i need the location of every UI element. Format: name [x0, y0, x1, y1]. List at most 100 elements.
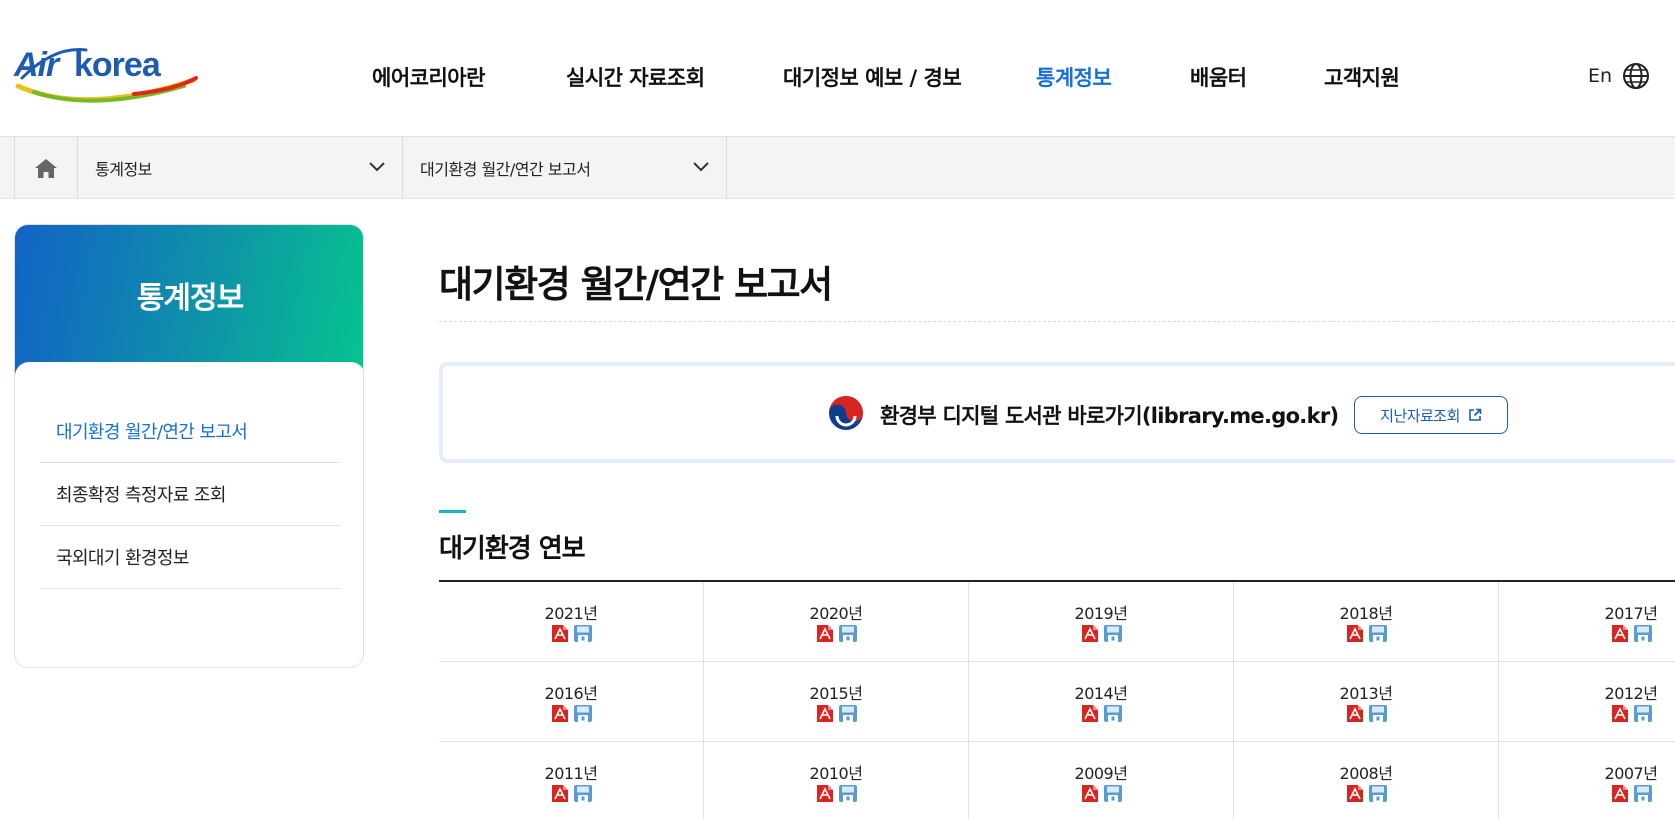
- year-label: 2018년: [1339, 604, 1393, 623]
- external-link-icon: [1469, 408, 1482, 421]
- chevron-down-icon: [693, 162, 709, 172]
- nav-item-support[interactable]: 고객지원: [1324, 62, 1400, 92]
- year-label: 2021년: [544, 604, 598, 623]
- side-nav: 통계정보 대기환경 월간/연간 보고서 최종확정 측정자료 조회 국외대기 환경…: [14, 224, 364, 668]
- pdf-icon[interactable]: [1345, 704, 1365, 723]
- pdf-icon[interactable]: [1080, 704, 1100, 723]
- library-link-text[interactable]: 환경부 디지털 도서관 바로가기(library.me.go.kr): [880, 400, 1339, 430]
- language-switch[interactable]: En: [1588, 62, 1650, 90]
- file-links: [439, 624, 703, 643]
- file-links: [969, 784, 1233, 803]
- pdf-icon[interactable]: [1080, 784, 1100, 803]
- save-icon[interactable]: [838, 704, 858, 723]
- year-cell: 2010년: [704, 742, 969, 819]
- side-item-final-data[interactable]: 최종확정 측정자료 조회: [40, 463, 340, 526]
- breadcrumb-level1-dropdown[interactable]: 통계정보: [78, 137, 403, 198]
- pdf-icon[interactable]: [1080, 624, 1100, 643]
- breadcrumb-home[interactable]: [14, 137, 78, 198]
- file-links: [1499, 624, 1675, 643]
- save-icon[interactable]: [573, 704, 593, 723]
- pdf-icon[interactable]: [1345, 624, 1365, 643]
- side-nav-header: 통계정보: [15, 225, 363, 375]
- side-item-annual-report[interactable]: 대기환경 월간/연간 보고서: [40, 400, 340, 463]
- save-icon[interactable]: [1103, 624, 1123, 643]
- save-icon[interactable]: [1368, 784, 1388, 803]
- pdf-icon[interactable]: [815, 704, 835, 723]
- save-icon[interactable]: [1633, 704, 1653, 723]
- breadcrumb-level1-label: 통계정보: [95, 159, 152, 179]
- year-cell: 2015년: [704, 662, 969, 742]
- year-label: 2020년: [809, 604, 863, 623]
- chevron-down-icon: [369, 162, 385, 172]
- year-label: 2009년: [1074, 764, 1128, 783]
- file-links: [1234, 704, 1498, 723]
- globe-icon: [1623, 63, 1650, 89]
- save-icon[interactable]: [838, 624, 858, 643]
- save-icon[interactable]: [1633, 624, 1653, 643]
- year-cell: 2017년: [1499, 582, 1675, 662]
- title-divider: [439, 321, 1675, 322]
- language-label: En: [1588, 65, 1613, 87]
- year-cell: 2013년: [1234, 662, 1499, 742]
- side-item-foreign-air[interactable]: 국외대기 환경정보: [40, 526, 340, 589]
- file-links: [969, 624, 1233, 643]
- section-title: 대기환경 연보: [439, 534, 586, 564]
- year-cell: 2014년: [969, 662, 1234, 742]
- nav-item-realtime[interactable]: 실시간 자료조회: [566, 62, 705, 92]
- file-links: [704, 624, 968, 643]
- pdf-icon[interactable]: [815, 784, 835, 803]
- breadcrumb-level2-dropdown[interactable]: 대기환경 월간/연간 보고서: [403, 137, 727, 198]
- side-nav-title: 통계정보: [136, 281, 244, 316]
- pdf-icon[interactable]: [1345, 784, 1365, 803]
- pdf-icon[interactable]: [1610, 704, 1630, 723]
- site-header: Air korea 에어코리아란 실시간 자료조회 대기정보 예보 / 경보 통…: [0, 0, 1675, 136]
- pdf-icon[interactable]: [550, 624, 570, 643]
- home-icon: [35, 158, 57, 178]
- page-title: 대기환경 월간/연간 보고서: [439, 263, 833, 306]
- year-label: 2012년: [1604, 684, 1658, 703]
- save-icon[interactable]: [1368, 704, 1388, 723]
- year-cell: 2019년: [969, 582, 1234, 662]
- file-links: [969, 704, 1233, 723]
- file-links: [1499, 784, 1675, 803]
- nav-item-learning[interactable]: 배움터: [1190, 62, 1247, 92]
- year-label: 2014년: [1074, 684, 1128, 703]
- year-label: 2016년: [544, 684, 598, 703]
- save-icon[interactable]: [573, 784, 593, 803]
- pdf-icon[interactable]: [1610, 784, 1630, 803]
- year-label: 2010년: [809, 764, 863, 783]
- save-icon[interactable]: [573, 624, 593, 643]
- file-links: [704, 704, 968, 723]
- year-label: 2017년: [1604, 604, 1658, 623]
- pdf-icon[interactable]: [550, 784, 570, 803]
- nav-item-forecast[interactable]: 대기정보 예보 / 경보: [783, 62, 962, 92]
- save-icon[interactable]: [1368, 624, 1388, 643]
- breadcrumb: 통계정보 대기환경 월간/연간 보고서: [0, 136, 1675, 199]
- save-icon[interactable]: [1633, 784, 1653, 803]
- year-label: 2008년: [1339, 764, 1393, 783]
- year-cell: 2012년: [1499, 662, 1675, 742]
- save-icon[interactable]: [838, 784, 858, 803]
- year-cell: 2016년: [439, 662, 704, 742]
- year-label: 2007년: [1604, 764, 1658, 783]
- pdf-icon[interactable]: [1610, 624, 1630, 643]
- past-data-button-label: 지난자료조회: [1380, 406, 1460, 425]
- year-label: 2019년: [1074, 604, 1128, 623]
- save-icon[interactable]: [1103, 704, 1123, 723]
- pdf-icon[interactable]: [815, 624, 835, 643]
- file-links: [439, 784, 703, 803]
- nav-item-statistics[interactable]: 통계정보: [1036, 62, 1112, 92]
- gov-emblem-icon: [829, 396, 863, 430]
- annual-report-table: 2021년 2020년 2019년 2018년 2017년 2016년 2015년 2014년…: [439, 580, 1675, 819]
- save-icon[interactable]: [1103, 784, 1123, 803]
- nav-item-about[interactable]: 에어코리아란: [372, 62, 485, 92]
- file-links: [704, 784, 968, 803]
- file-links: [1234, 784, 1498, 803]
- year-cell: 2020년: [704, 582, 969, 662]
- past-data-button[interactable]: 지난자료조회: [1354, 396, 1508, 434]
- year-cell: 2021년: [439, 582, 704, 662]
- file-links: [1234, 624, 1498, 643]
- year-cell: 2018년: [1234, 582, 1499, 662]
- file-links: [439, 704, 703, 723]
- pdf-icon[interactable]: [550, 704, 570, 723]
